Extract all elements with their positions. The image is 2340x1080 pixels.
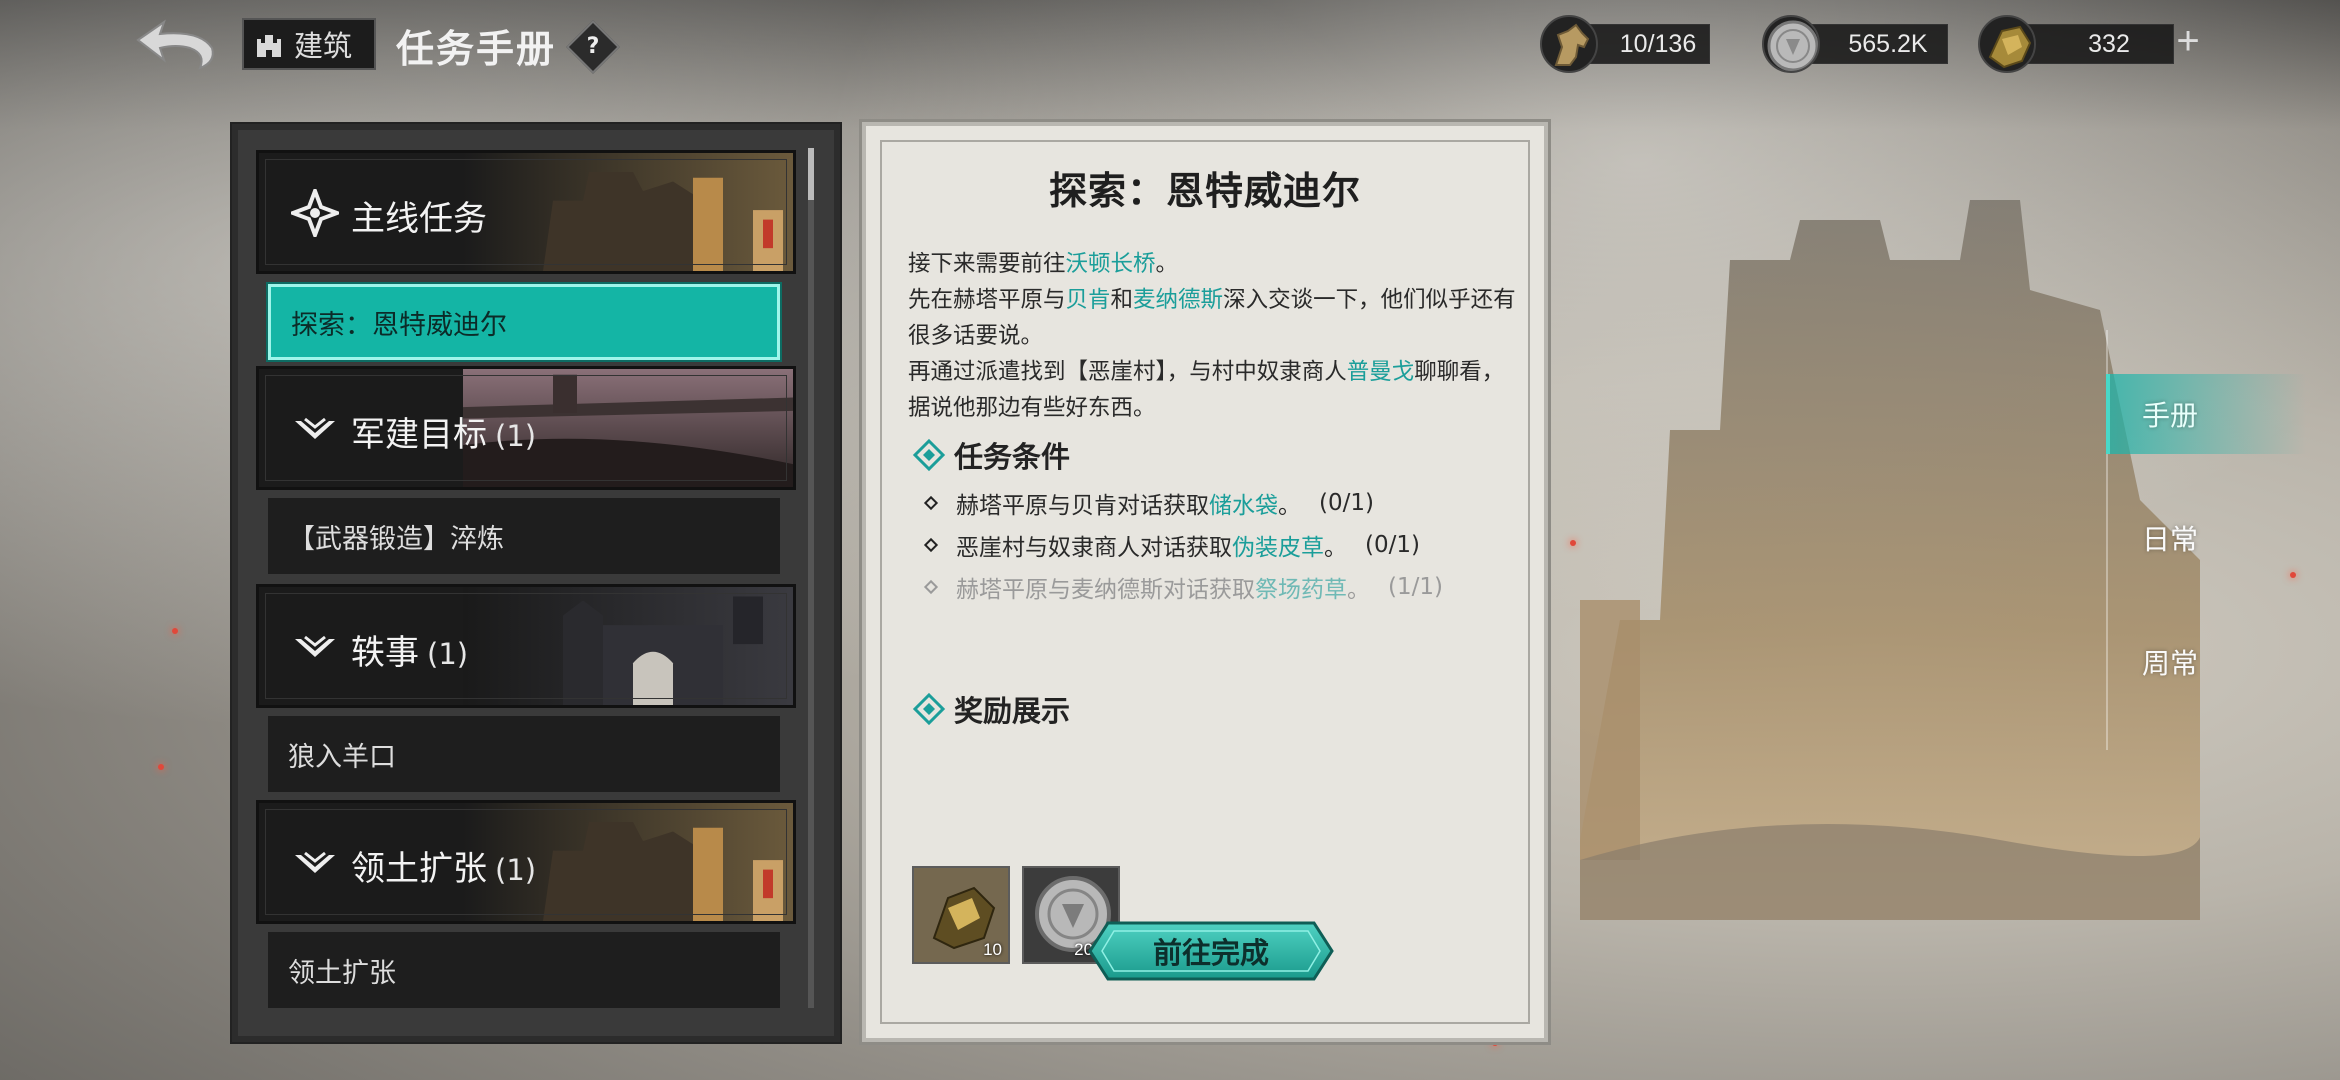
help-icon: ? xyxy=(586,34,600,59)
category-main-quest[interactable]: 主线任务 xyxy=(256,150,796,274)
resource-silver[interactable]: 565.2K xyxy=(1762,14,1948,74)
category-anecdotes[interactable]: 轶事 (1) xyxy=(256,584,796,708)
rewards-header: 奖励展示 xyxy=(912,688,1070,730)
scrollbar-thumb[interactable] xyxy=(808,148,814,200)
chevron-wing-icon xyxy=(295,635,335,657)
gold-value: 332 xyxy=(2024,24,2174,64)
npc-link[interactable]: 贝肯 xyxy=(1066,287,1111,313)
tab-handbook[interactable]: 手册 xyxy=(2106,374,2306,454)
build-button[interactable]: 建筑 xyxy=(242,18,376,70)
ember-particle xyxy=(1570,540,1576,546)
tab-weekly[interactable]: 周常 xyxy=(2106,622,2306,702)
go-complete-label: 前往完成 xyxy=(1152,936,1269,970)
condition-item: 赫塔平原与贝肯对话获取 储水袋。 (0/1) xyxy=(923,486,1374,520)
silver-coin-icon xyxy=(1762,15,1820,73)
reward-gold-ore[interactable]: 10 xyxy=(912,866,1010,964)
category-scrollbar[interactable] xyxy=(808,148,814,1008)
tab-daily[interactable]: 日常 xyxy=(2106,498,2306,578)
page-title: 任务手册 xyxy=(396,27,557,71)
resource-gold[interactable]: 332 xyxy=(1978,14,2174,74)
condition-progress: (1/1) xyxy=(1388,574,1443,600)
task-item-explore-entwidir[interactable]: 探索：恩特威迪尔 xyxy=(268,284,780,360)
category-label: 军建目标 (1) xyxy=(351,415,537,455)
condition-item-completed: 赫塔平原与麦纳德斯对话获取 祭场药草。 (1/1) xyxy=(923,570,1443,604)
chevron-wing-icon xyxy=(295,417,335,439)
compass-star-icon xyxy=(291,189,339,237)
bullet-diamond-icon xyxy=(923,537,939,553)
npc-link[interactable]: 麦纳德斯 xyxy=(1133,287,1223,313)
reward-quantity: 10 xyxy=(983,940,1002,959)
add-gold-button[interactable]: + xyxy=(2168,21,2208,62)
task-detail-panel: 探索：恩特威迪尔 接下来需要前往沃顿长桥。 先在赫塔平原与贝肯和麦纳德斯深入交谈… xyxy=(862,122,1548,1042)
bullet-diamond-icon xyxy=(923,495,939,511)
castle-icon xyxy=(257,35,281,57)
stamina-horse-icon xyxy=(1540,15,1598,73)
go-complete-button[interactable]: 前往完成 xyxy=(1080,919,1342,983)
conditions-header: 任务条件 xyxy=(912,434,1070,476)
diamond-section-icon xyxy=(912,438,946,472)
silver-value: 565.2K xyxy=(1808,24,1948,64)
bullet-diamond-icon xyxy=(923,579,939,595)
category-label: 领土扩张 (1) xyxy=(351,849,537,889)
location-link[interactable]: 沃顿长桥 xyxy=(1066,251,1156,277)
category-frame xyxy=(265,593,787,699)
condition-progress: (0/1) xyxy=(1365,532,1420,558)
resource-stamina[interactable]: 10/136 xyxy=(1540,14,1710,74)
category-label: 主线任务 xyxy=(351,199,487,239)
task-title: 探索：恩特威迪尔 xyxy=(1048,169,1361,213)
category-territory-expansion[interactable]: 领土扩张 (1) xyxy=(256,800,796,924)
npc-link[interactable]: 普曼戈 xyxy=(1347,359,1415,385)
task-item-weapon-forging[interactable]: 【武器锻造】淬炼 xyxy=(268,498,780,574)
back-arrow-icon xyxy=(136,19,214,70)
task-description: 接下来需要前往沃顿长桥。 先在赫塔平原与贝肯和麦纳德斯深入交谈一下，他们似乎还有… xyxy=(908,251,1516,421)
diamond-section-icon xyxy=(912,692,946,726)
task-item-wolf-among-sheep[interactable]: 狼入羊口 xyxy=(268,716,780,792)
ember-particle xyxy=(172,628,178,634)
category-frame xyxy=(265,159,787,265)
condition-item: 恶崖村与奴隶商人对话获取 伪装皮草。 (0/1) xyxy=(923,528,1420,562)
stamina-value: 10/136 xyxy=(1586,24,1710,64)
gold-ore-icon xyxy=(1978,15,2036,73)
build-button-label: 建筑 xyxy=(294,29,353,63)
category-military-goals[interactable]: 军建目标 (1) xyxy=(256,366,796,490)
chevron-wing-icon xyxy=(295,851,335,873)
category-label: 轶事 (1) xyxy=(351,633,469,673)
ember-particle xyxy=(158,764,164,770)
condition-progress: (0/1) xyxy=(1319,490,1374,516)
task-item-territory-expansion[interactable]: 领土扩张 xyxy=(268,932,780,1008)
back-button[interactable] xyxy=(130,14,220,74)
